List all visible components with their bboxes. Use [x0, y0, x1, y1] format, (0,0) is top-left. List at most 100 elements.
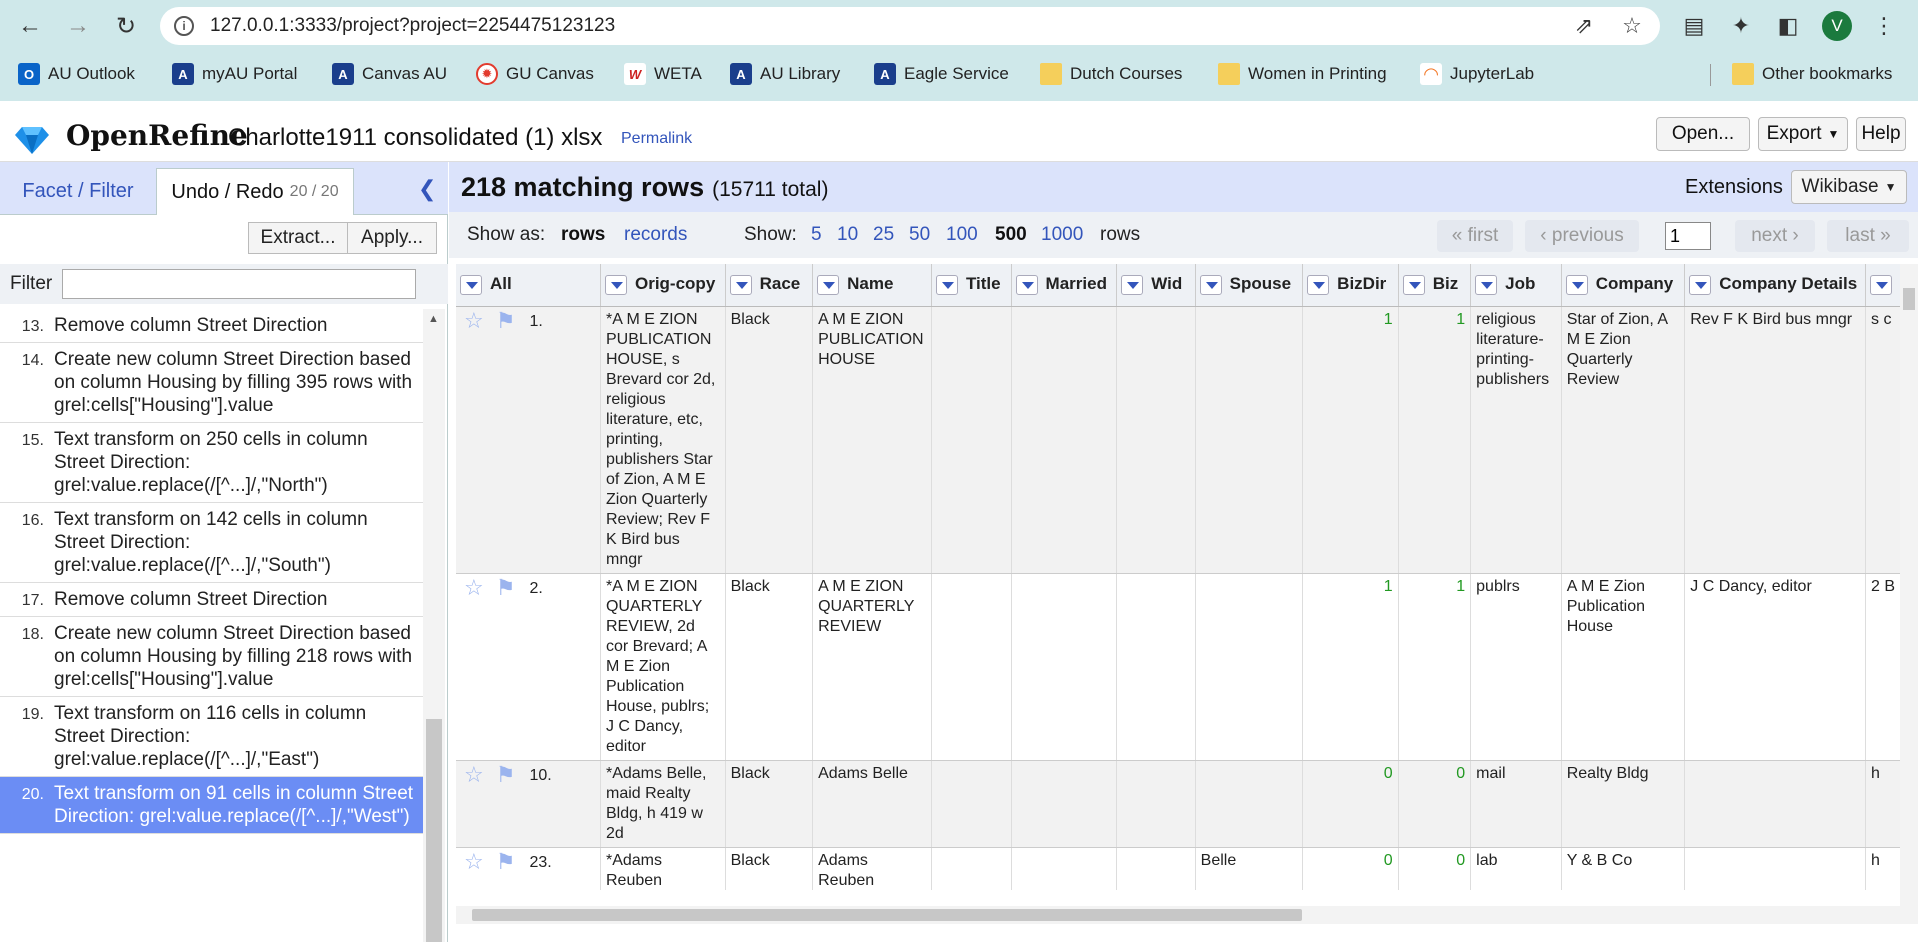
- cell-company[interactable]: Star of Zion, A M E Zion Quarterly Revie…: [1561, 306, 1686, 574]
- cell-bizdir[interactable]: 0: [1302, 760, 1399, 848]
- cell-orig[interactable]: *Adams Reuben: [600, 847, 726, 890]
- cell-details[interactable]: [1684, 760, 1866, 848]
- history-item[interactable]: 18. Create new column Street Direction ba…: [0, 617, 423, 697]
- cell-bizdir[interactable]: 1: [1302, 573, 1399, 761]
- column-header-orig-copy[interactable]: Orig-copy: [600, 264, 726, 307]
- view-records-toggle[interactable]: records: [624, 224, 687, 246]
- cell-name[interactable]: A M E ZION PUBLICATION HOUSE: [812, 306, 932, 574]
- bookmark-au-outlook[interactable]: O AU Outlook: [18, 58, 135, 90]
- cell-biz[interactable]: 0: [1398, 760, 1472, 848]
- menu-icon[interactable]: ⋮: [1870, 12, 1898, 40]
- scroll-up-icon[interactable]: ▲: [428, 313, 439, 325]
- column-menu-icon[interactable]: [460, 275, 482, 295]
- cell-details[interactable]: J C Dancy, editor: [1684, 573, 1866, 761]
- cell-wid[interactable]: [1116, 573, 1196, 761]
- wikibase-button[interactable]: Wikibase ▼: [1791, 170, 1907, 204]
- cell-title[interactable]: [931, 760, 1012, 848]
- project-name[interactable]: Charlotte1911 consolidated (1) xlsx: [228, 124, 602, 152]
- page-size-5[interactable]: 5: [811, 224, 822, 246]
- cell-company[interactable]: Realty Bldg: [1561, 760, 1686, 848]
- horizontal-scrollbar-thumb[interactable]: [472, 909, 1302, 921]
- cell-wid[interactable]: [1116, 306, 1196, 574]
- history-item[interactable]: 17. Remove column Street Direction: [0, 583, 423, 617]
- history-scrollbar[interactable]: ▲: [423, 309, 445, 942]
- cell-title[interactable]: [931, 847, 1012, 890]
- next-page-button[interactable]: next ›: [1735, 220, 1815, 252]
- bookmark-au-library[interactable]: A AU Library: [730, 58, 840, 90]
- tab-undo-redo[interactable]: Undo / Redo 20 / 20: [156, 168, 354, 215]
- site-info-icon[interactable]: i: [174, 16, 194, 36]
- cell-bizdir[interactable]: 1: [1302, 306, 1399, 574]
- column-menu-icon[interactable]: [935, 275, 958, 295]
- address-bar[interactable]: i 127.0.0.1:3333/project?project=2254475…: [160, 7, 1660, 45]
- cell-married[interactable]: [1011, 573, 1118, 761]
- extract-button[interactable]: Extract...: [248, 222, 348, 254]
- cell-married[interactable]: [1011, 847, 1118, 890]
- cell-race[interactable]: Black: [725, 760, 814, 848]
- cell-wid[interactable]: [1116, 760, 1196, 848]
- cell-spouse[interactable]: [1195, 306, 1304, 574]
- column-menu-icon[interactable]: [1199, 275, 1222, 295]
- star-icon[interactable]: ☆: [464, 850, 484, 873]
- horizontal-scrollbar[interactable]: [456, 906, 1900, 924]
- page-size-100[interactable]: 100: [946, 224, 978, 246]
- cell-spouse[interactable]: [1195, 760, 1304, 848]
- column-menu-icon[interactable]: [1475, 275, 1498, 295]
- column-menu-icon[interactable]: [1121, 275, 1144, 295]
- column-menu-icon[interactable]: [604, 275, 627, 295]
- star-icon[interactable]: ☆: [464, 763, 484, 786]
- column-header-name[interactable]: Name: [812, 264, 932, 307]
- flag-icon[interactable]: ⚑: [496, 763, 516, 786]
- column-menu-icon[interactable]: [1565, 275, 1588, 295]
- reload-icon[interactable]: ↻: [110, 10, 142, 42]
- side-panel-icon[interactable]: ◧: [1774, 12, 1802, 40]
- tab-facet-filter[interactable]: Facet / Filter: [0, 168, 156, 215]
- column-menu-icon[interactable]: [1402, 275, 1425, 295]
- cell-name[interactable]: Adams Reuben: [812, 847, 932, 890]
- column-menu-icon[interactable]: [729, 275, 752, 295]
- cell-race[interactable]: Black: [725, 847, 814, 890]
- bookmark-dutch-courses[interactable]: Dutch Courses: [1040, 58, 1182, 90]
- permalink-link[interactable]: Permalink: [621, 130, 692, 148]
- bookmark-other[interactable]: Other bookmarks: [1732, 58, 1892, 90]
- bookmark-myau-portal[interactable]: AmyAU Portal: [172, 58, 297, 90]
- cell-company[interactable]: A M E Zion Publication House: [1561, 573, 1686, 761]
- cell-name[interactable]: A M E ZION QUARTERLY REVIEW: [812, 573, 932, 761]
- cell-orig[interactable]: *A M E ZION PUBLICATION HOUSE, s Brevard…: [600, 306, 726, 574]
- cell-married[interactable]: [1011, 306, 1118, 574]
- cell-orig[interactable]: *A M E ZION QUARTERLY REVIEW, 2d cor Bre…: [600, 573, 726, 761]
- column-header-biz[interactable]: Biz: [1398, 264, 1472, 307]
- cell-job[interactable]: mail: [1470, 760, 1562, 848]
- page-number-input[interactable]: [1665, 222, 1711, 250]
- forward-icon[interactable]: →: [62, 10, 94, 42]
- vertical-scrollbar-thumb[interactable]: [1903, 288, 1915, 310]
- history-item[interactable]: 13. Remove column Street Direction: [0, 309, 423, 343]
- page-size-25[interactable]: 25: [873, 224, 894, 246]
- first-page-button[interactable]: « first: [1437, 220, 1513, 252]
- column-menu-icon[interactable]: [1689, 275, 1712, 295]
- column-header-title[interactable]: Title: [931, 264, 1012, 307]
- reading-list-icon[interactable]: ▤: [1680, 12, 1708, 40]
- cell-biz[interactable]: 0: [1398, 847, 1472, 890]
- bookmark-gu-canvas[interactable]: ✹ GU Canvas: [476, 58, 594, 90]
- bookmark-weta[interactable]: W WETA: [624, 58, 702, 90]
- collapse-panel-icon[interactable]: ❮: [418, 176, 436, 202]
- open-button[interactable]: Open...: [1656, 117, 1750, 151]
- flag-icon[interactable]: ⚑: [496, 309, 516, 332]
- flag-icon[interactable]: ⚑: [496, 576, 516, 599]
- help-button[interactable]: Help: [1856, 117, 1906, 151]
- column-header-race[interactable]: Race: [725, 264, 814, 307]
- column-header-married[interactable]: Married: [1011, 264, 1118, 307]
- column-menu-icon[interactable]: [1870, 275, 1892, 295]
- profile-avatar[interactable]: V: [1822, 11, 1852, 41]
- share-icon[interactable]: ⇗: [1570, 12, 1598, 40]
- history-item[interactable]: 15. Text transform on 250 cells in column…: [0, 423, 423, 503]
- cell-biz[interactable]: 1: [1398, 306, 1472, 574]
- page-size-500[interactable]: 500: [995, 224, 1027, 246]
- app-brand[interactable]: OpenRefine: [66, 119, 248, 152]
- star-icon[interactable]: ☆: [464, 309, 484, 332]
- column-header-company[interactable]: Company: [1561, 264, 1686, 307]
- history-item[interactable]: 19. Text transform on 116 cells in column…: [0, 697, 423, 777]
- cell-job[interactable]: publrs: [1470, 573, 1562, 761]
- last-page-button[interactable]: last »: [1827, 220, 1909, 252]
